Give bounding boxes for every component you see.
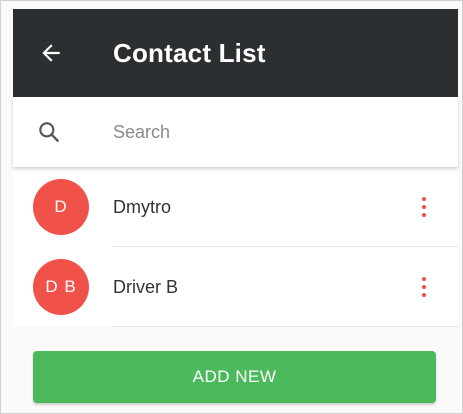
more-dot (422, 285, 426, 289)
contact-list-screen: Contact List D Dmytro D B Driver B (0, 0, 463, 414)
more-dot (422, 213, 426, 217)
page-title: Contact List (113, 37, 266, 68)
contact-list: D Dmytro D B Driver B (13, 167, 458, 327)
more-dot (422, 205, 426, 209)
more-dot (422, 293, 426, 297)
more-vertical-icon[interactable] (404, 183, 444, 231)
add-new-button[interactable]: ADD NEW (33, 351, 436, 403)
avatar: D (33, 179, 89, 235)
app-bar: Contact List (13, 9, 458, 97)
search-bar (13, 97, 458, 167)
search-icon (39, 122, 59, 142)
avatar: D B (33, 259, 89, 315)
back-button[interactable] (15, 9, 87, 97)
list-item[interactable]: D B Driver B (13, 247, 458, 327)
footer: ADD NEW (13, 327, 458, 413)
more-dot (422, 277, 426, 281)
contact-name: Driver B (113, 276, 179, 297)
more-vertical-icon[interactable] (404, 263, 444, 311)
search-input[interactable] (113, 121, 413, 143)
list-item[interactable]: D Dmytro (13, 167, 458, 247)
more-dot (422, 197, 426, 201)
search-icon-container (13, 97, 85, 167)
contact-name: Dmytro (113, 196, 171, 217)
arrow-left-icon (42, 44, 60, 62)
